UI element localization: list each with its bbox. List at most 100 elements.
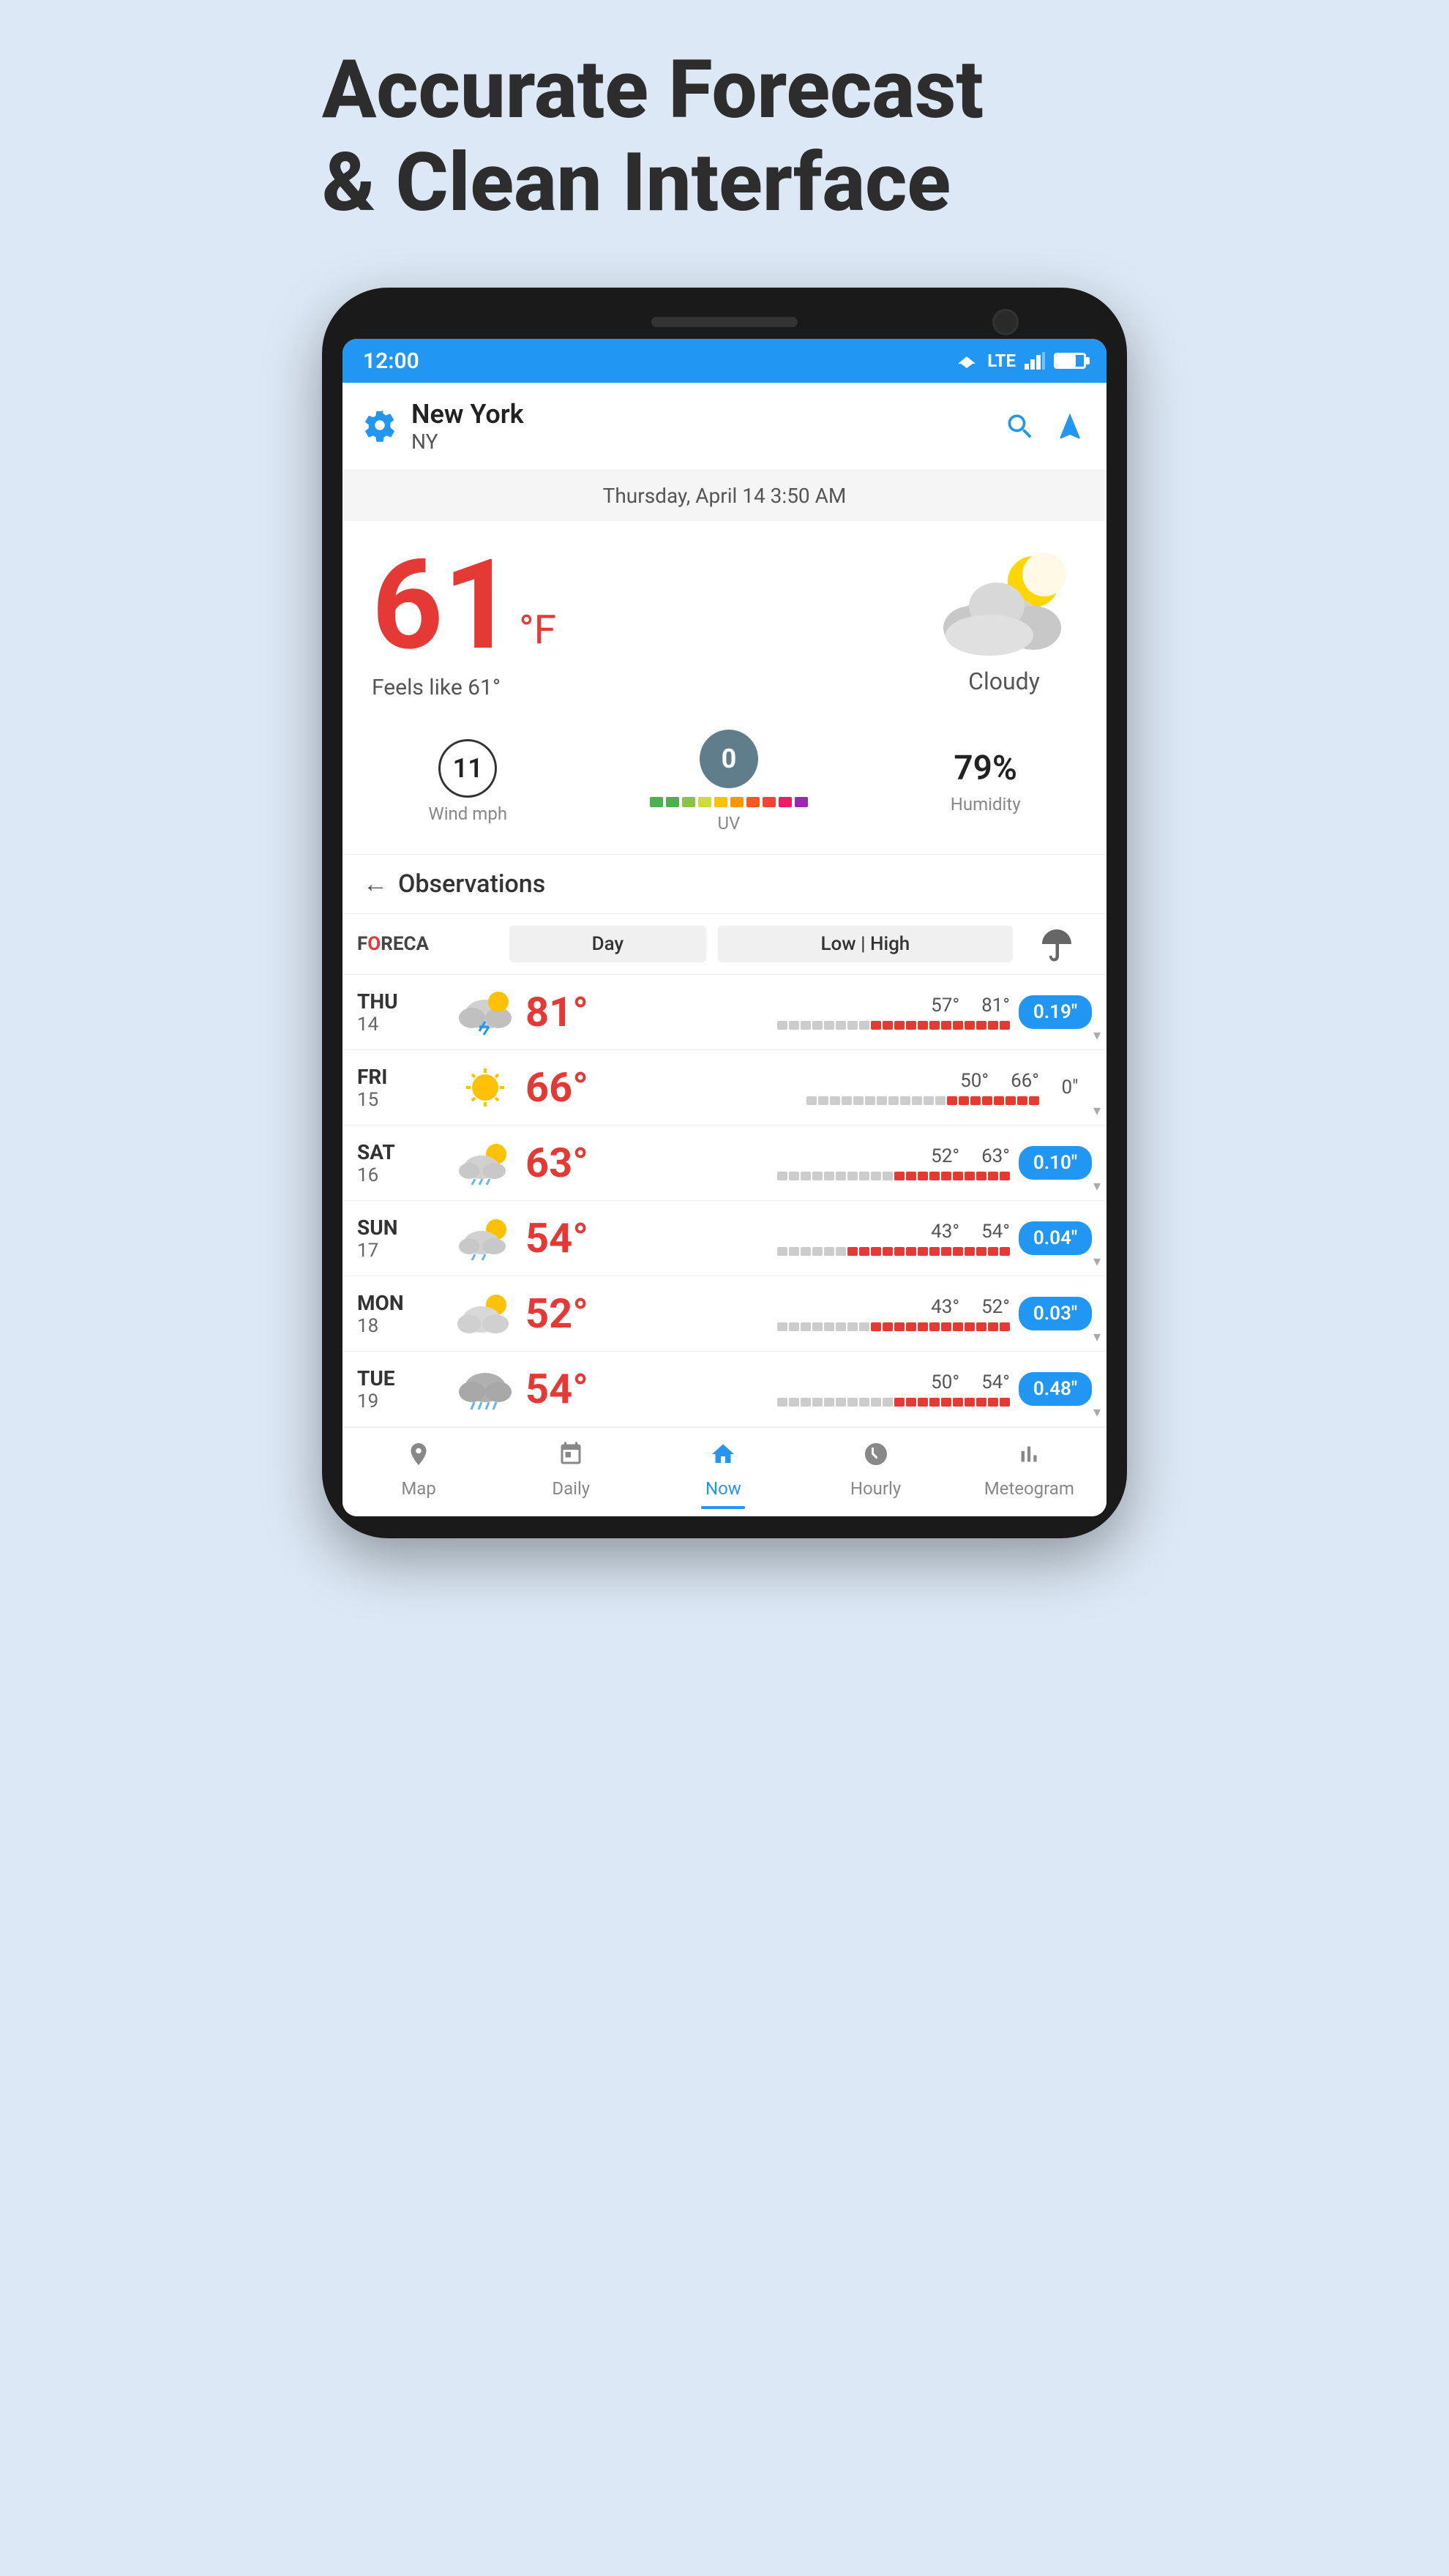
bar-segment-gray [859, 1172, 869, 1180]
phone-screen: 12:00 LTE [342, 339, 1107, 1516]
forecast-temp: 81° [525, 988, 621, 1036]
search-icon[interactable] [1004, 411, 1036, 443]
bar-segment-red [941, 1021, 951, 1030]
low-value: 57° [931, 995, 959, 1016]
bar-segment-red [871, 1021, 881, 1030]
bar-segment-red [941, 1172, 951, 1180]
day-num: 18 [357, 1315, 445, 1337]
forecast-row[interactable]: FRI1566°50°66°0"▾ [342, 1050, 1107, 1126]
forecast-row[interactable]: SUN1754°43°54°0.04"▾ [342, 1201, 1107, 1276]
header-left: New York NY [363, 399, 524, 454]
bar-segment-red [953, 1247, 963, 1256]
forecast-row[interactable]: TUE1954°50°54°0.48"▾ [342, 1352, 1107, 1427]
chevron-down-icon: ▾ [1093, 1252, 1101, 1270]
bar-segment-red [988, 1247, 998, 1256]
temperature-display: 61°F [372, 543, 556, 667]
nav-item-meteogram[interactable]: Meteogram [984, 1441, 1074, 1509]
uv-segment-3 [698, 797, 711, 807]
low-value: 43° [931, 1221, 959, 1243]
day-num: 15 [357, 1089, 445, 1111]
back-arrow-icon[interactable]: ← [363, 869, 388, 899]
bar-segment-gray [801, 1021, 811, 1030]
lowhigh-values: 50°66° [960, 1070, 1039, 1092]
forecast-weather-icon [452, 1288, 518, 1339]
day-label: SUN17 [357, 1216, 445, 1262]
bar-segment-gray [824, 1322, 834, 1331]
high-value: 63° [981, 1145, 1010, 1167]
bar-segment-gray [812, 1322, 823, 1331]
bar-segment-gray [847, 1172, 858, 1180]
nav-item-map[interactable]: Map [375, 1441, 463, 1509]
uv-value-circle: 0 [700, 730, 758, 788]
day-name: MON [357, 1291, 445, 1315]
bar-segment-gray [801, 1322, 811, 1331]
nav-active-indicator [701, 1506, 745, 1509]
high-value: 52° [981, 1296, 1010, 1318]
bar-segment-gray [812, 1247, 823, 1256]
state-name: NY [411, 430, 524, 454]
bar-segment-gray [900, 1096, 910, 1105]
wind-label: Wind mph [428, 804, 507, 824]
nav-item-daily[interactable]: Daily [527, 1441, 615, 1509]
bar-segment-gray [824, 1247, 834, 1256]
nav-item-now[interactable]: Now [679, 1441, 767, 1509]
bar-segment-gray [777, 1172, 787, 1180]
forecast-row[interactable]: THU1481°57°81°0.19"▾ [342, 975, 1107, 1050]
speaker [651, 317, 798, 327]
humidity-stat: 79% Humidity [951, 749, 1021, 815]
weather-icon-section: Cloudy [931, 549, 1077, 695]
bar-segment-red [941, 1398, 951, 1407]
gear-icon[interactable] [363, 408, 397, 445]
temperature-bar [777, 1398, 1010, 1407]
forecast-weather-icon [452, 986, 518, 1038]
bar-segment-gray [877, 1096, 887, 1105]
bar-segment-red [965, 1021, 975, 1030]
cloudy-night-icon [931, 549, 1077, 659]
bar-segment-gray [836, 1247, 846, 1256]
day-label: FRI15 [357, 1065, 445, 1111]
rain-zero: 0" [1048, 1077, 1092, 1098]
bar-segment-red [988, 1322, 998, 1331]
bar-segment-red [1017, 1096, 1027, 1105]
humidity-label: Humidity [951, 794, 1021, 815]
wifi-icon [955, 352, 978, 370]
bar-segment-red [1000, 1021, 1010, 1030]
bar-segment-gray [836, 1322, 846, 1331]
day-name: SUN [357, 1216, 445, 1240]
bar-segment-red [847, 1247, 858, 1256]
day-label: SAT16 [357, 1140, 445, 1186]
nav-item-hourly[interactable]: Hourly [832, 1441, 920, 1509]
lowhigh-values: 57°81° [931, 995, 1010, 1016]
status-icons: LTE [955, 351, 1086, 371]
uv-segment-1 [666, 797, 679, 807]
bar-segment-red [859, 1247, 869, 1256]
umbrella-icon [1038, 926, 1073, 962]
forecast-row[interactable]: SAT1663°52°63°0.10"▾ [342, 1126, 1107, 1201]
bar-segment-gray [888, 1096, 899, 1105]
weather-stats: 11 Wind mph 0 UV 79% Humidity [342, 715, 1107, 855]
location-arrow-icon[interactable] [1054, 411, 1086, 443]
lowhigh-values: 52°63° [931, 1145, 1010, 1167]
forecast-row[interactable]: MON1852°43°52°0.03"▾ [342, 1276, 1107, 1352]
nav-label-daily: Daily [552, 1478, 590, 1499]
headline-line1: Accurate Forecast [322, 42, 984, 137]
bar-segment-red [906, 1021, 916, 1030]
temperature-section: 61°F Feels like 61° [372, 543, 556, 700]
chevron-down-icon: ▾ [1093, 1101, 1101, 1119]
uv-bar [650, 797, 808, 807]
bar-segment-gray [824, 1021, 834, 1030]
bar-segment-gray [883, 1398, 893, 1407]
bar-segment-red [965, 1172, 975, 1180]
uv-stat: 0 UV [650, 730, 808, 834]
rain-badge: 0.03" [1019, 1297, 1092, 1330]
day-name: SAT [357, 1140, 445, 1164]
bar-segment-red [982, 1096, 992, 1105]
page-headline: Accurate Forecast & Clean Interface [322, 44, 1127, 229]
bar-segment-red [918, 1247, 928, 1256]
bar-segment-gray [883, 1172, 893, 1180]
day-label: TUE19 [357, 1366, 445, 1412]
observations-header[interactable]: ← Observations [342, 855, 1107, 914]
bar-segment-gray [836, 1172, 846, 1180]
nav-label-map: Map [401, 1478, 435, 1499]
bar-segment-red [906, 1247, 916, 1256]
